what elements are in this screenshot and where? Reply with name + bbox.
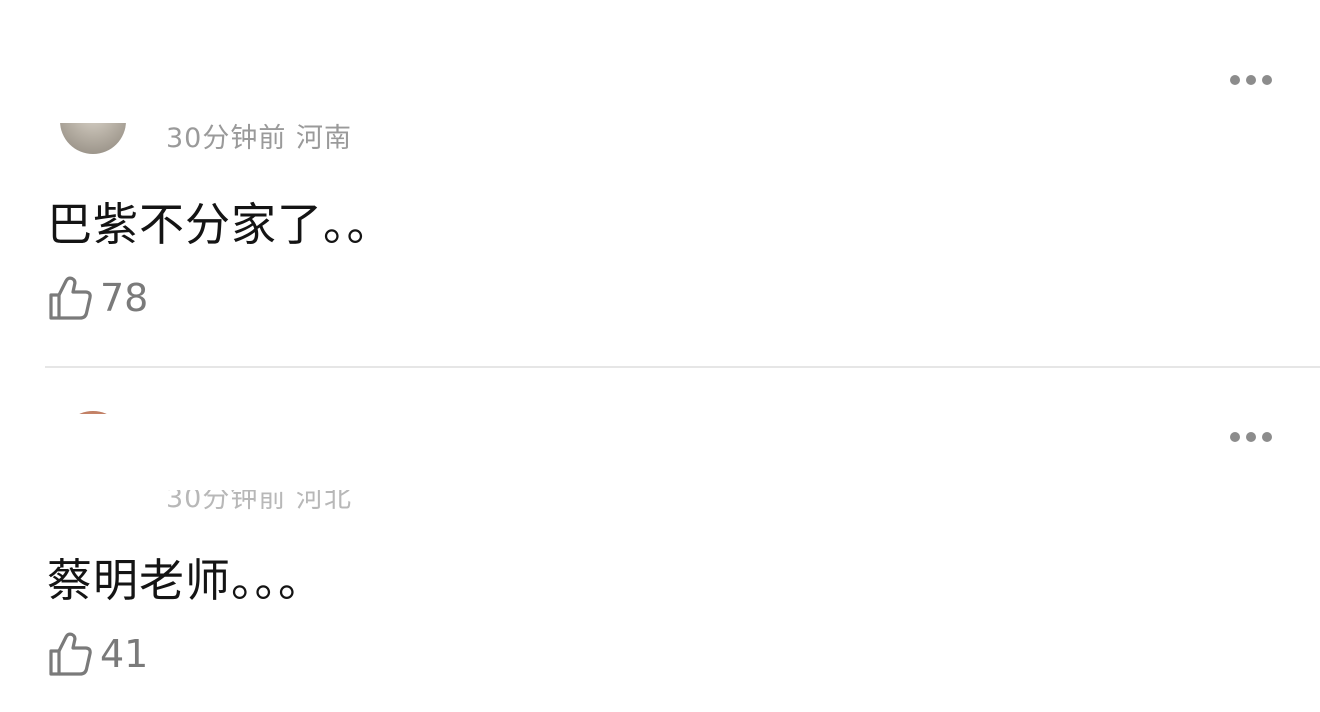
like-count: 41 xyxy=(100,632,149,676)
comment-text: 巴紫不分家了。。 xyxy=(47,198,393,251)
thumbs-up-icon xyxy=(46,630,94,678)
more-dots-icon[interactable] xyxy=(1230,432,1272,442)
thumbs-up-icon xyxy=(46,274,94,322)
comment-text: 蔡明老师。。。 xyxy=(47,554,325,607)
comment-item: 30分钟前 河北 蔡明老师。。。 41 xyxy=(0,368,1320,712)
like-count: 78 xyxy=(100,276,149,320)
scroll-mask xyxy=(0,0,1200,123)
more-dots-icon[interactable] xyxy=(1230,75,1272,85)
comment-feed: 30分钟前 河南 巴紫不分家了。。 78 30分钟前 河北 蔡明老师。。。 41 xyxy=(0,0,1320,712)
like-button[interactable]: 41 xyxy=(46,630,148,678)
comment-item: 30分钟前 河南 巴紫不分家了。。 78 xyxy=(0,0,1320,356)
like-button[interactable]: 78 xyxy=(46,274,148,322)
scroll-mask xyxy=(0,414,1200,490)
